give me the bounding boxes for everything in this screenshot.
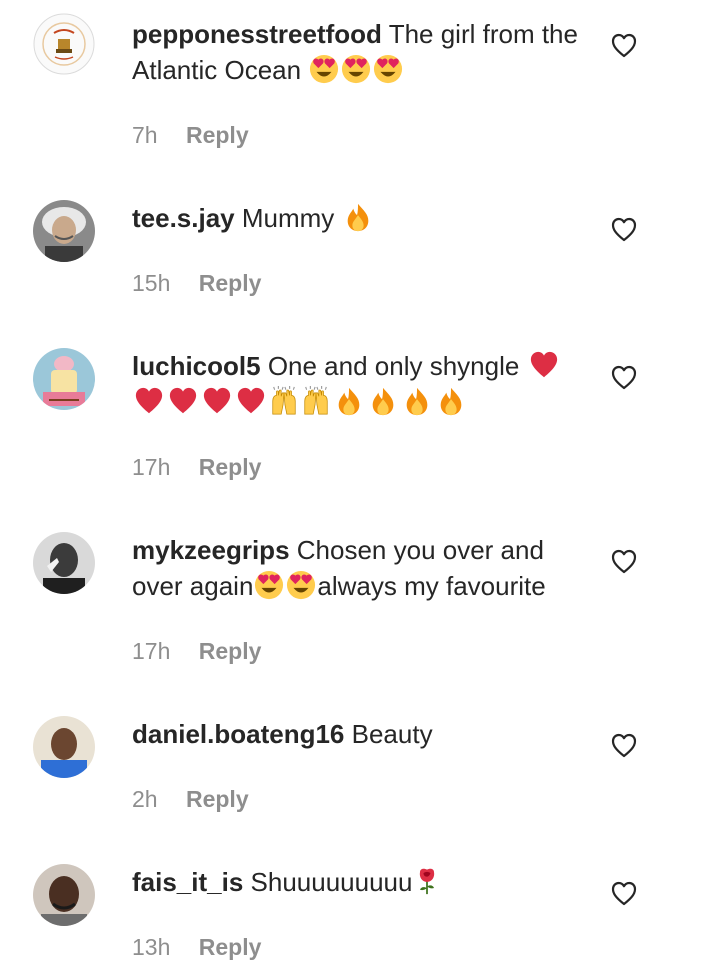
like-heart-icon[interactable] bbox=[611, 733, 637, 759]
like-heart-icon[interactable] bbox=[611, 881, 637, 907]
fire-emoji bbox=[372, 387, 394, 416]
fire-emoji bbox=[338, 387, 360, 416]
raising-hands-emoji bbox=[304, 386, 328, 415]
fire-emoji bbox=[440, 387, 462, 416]
reply-button[interactable]: Reply bbox=[199, 638, 262, 665]
reply-button[interactable]: Reply bbox=[199, 454, 262, 481]
heart-eyes-emoji bbox=[287, 570, 316, 600]
username[interactable]: fais_it_is bbox=[132, 867, 243, 897]
fire-emoji bbox=[347, 203, 368, 232]
comment-meta: 15h Reply bbox=[132, 270, 261, 297]
like-heart-icon[interactable] bbox=[611, 549, 637, 575]
comment-meta: 13h Reply bbox=[132, 934, 261, 961]
like-heart-icon[interactable] bbox=[611, 217, 637, 243]
comment-text: pepponesstreetfood The girl from the Atl… bbox=[132, 16, 592, 88]
comment-body: Mummy bbox=[241, 203, 335, 233]
comment-body: Shuuuuuuuuu bbox=[250, 867, 413, 897]
comment-meta: 17h Reply bbox=[132, 454, 261, 481]
reply-button[interactable]: Reply bbox=[186, 122, 249, 149]
red-heart-emoji bbox=[203, 387, 231, 414]
raising-hands-emoji bbox=[272, 386, 296, 415]
username[interactable]: daniel.boateng16 bbox=[132, 719, 344, 749]
rose-emoji bbox=[419, 867, 436, 895]
fire-emoji bbox=[406, 387, 428, 416]
like-heart-icon[interactable] bbox=[611, 33, 637, 59]
reply-button[interactable]: Reply bbox=[186, 786, 249, 813]
comment-body: One and only shyngle bbox=[267, 351, 520, 381]
avatar[interactable] bbox=[33, 200, 95, 262]
username[interactable]: luchicool5 bbox=[132, 351, 261, 381]
avatar[interactable] bbox=[33, 348, 95, 410]
avatar[interactable] bbox=[33, 532, 95, 594]
reply-button[interactable]: Reply bbox=[199, 270, 262, 297]
reply-button[interactable]: Reply bbox=[199, 934, 262, 961]
avatar[interactable] bbox=[33, 864, 95, 926]
comment-meta: 2h Reply bbox=[132, 786, 249, 813]
comment-body: Beauty bbox=[351, 719, 433, 749]
comment-time: 17h bbox=[132, 638, 171, 664]
red-heart-emoji bbox=[530, 351, 557, 378]
avatar[interactable] bbox=[33, 13, 95, 75]
red-heart-emoji bbox=[169, 387, 197, 414]
avatar[interactable] bbox=[33, 716, 95, 778]
comment-meta: 17h Reply bbox=[132, 638, 261, 665]
comment-text: fais_it_is Shuuuuuuuuu bbox=[132, 864, 592, 900]
heart-eyes-emoji bbox=[342, 54, 371, 84]
comment-meta: 7h Reply bbox=[132, 122, 249, 149]
comment-text: mykzeegrips Chosen you over and over aga… bbox=[132, 532, 592, 604]
comment-text: daniel.boateng16 Beauty bbox=[132, 716, 592, 752]
comment-body-continued: always my favourite bbox=[317, 571, 546, 601]
comment-time: 13h bbox=[132, 934, 171, 960]
comment-time: 7h bbox=[132, 122, 158, 148]
comment-time: 2h bbox=[132, 786, 158, 812]
red-heart-emoji bbox=[237, 387, 265, 414]
username[interactable]: mykzeegrips bbox=[132, 535, 290, 565]
heart-eyes-emoji bbox=[374, 54, 403, 84]
heart-eyes-emoji bbox=[255, 570, 284, 600]
username[interactable]: pepponesstreetfood bbox=[132, 19, 382, 49]
username[interactable]: tee.s.jay bbox=[132, 203, 235, 233]
comment-time: 15h bbox=[132, 270, 171, 296]
comment-time: 17h bbox=[132, 454, 171, 480]
comment-text: luchicool5 One and only shyngle bbox=[132, 348, 592, 420]
red-heart-emoji bbox=[135, 387, 163, 414]
comment-text: tee.s.jay Mummy bbox=[132, 200, 592, 236]
like-heart-icon[interactable] bbox=[611, 365, 637, 391]
heart-eyes-emoji bbox=[310, 54, 339, 84]
